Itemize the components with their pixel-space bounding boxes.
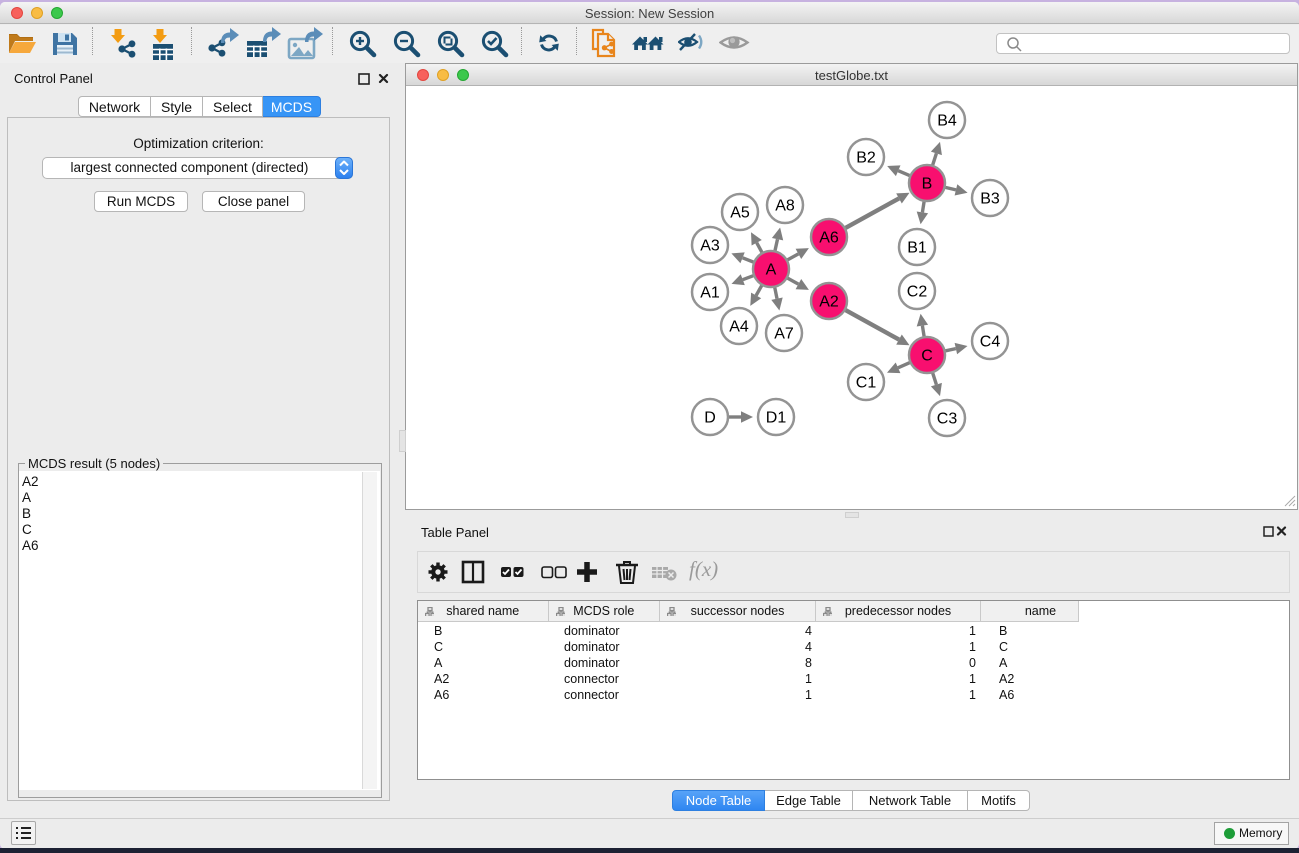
svg-text:A4: A4 xyxy=(729,319,749,336)
svg-text:A6: A6 xyxy=(819,230,839,247)
svg-text:B: B xyxy=(922,176,933,193)
svg-text:C: C xyxy=(921,348,933,365)
svg-text:A7: A7 xyxy=(774,326,794,343)
svg-text:B4: B4 xyxy=(937,113,957,130)
svg-text:C4: C4 xyxy=(980,334,1001,351)
svg-text:A1: A1 xyxy=(700,285,720,302)
svg-text:D: D xyxy=(704,410,716,427)
svg-text:A2: A2 xyxy=(819,294,839,311)
svg-text:A: A xyxy=(766,262,777,279)
svg-text:C1: C1 xyxy=(856,375,877,392)
svg-text:C2: C2 xyxy=(907,284,928,301)
svg-text:A8: A8 xyxy=(775,198,795,215)
svg-text:B1: B1 xyxy=(907,240,927,257)
svg-text:C3: C3 xyxy=(937,411,958,428)
svg-text:A3: A3 xyxy=(700,238,720,255)
svg-text:A5: A5 xyxy=(730,205,750,222)
svg-text:D1: D1 xyxy=(766,410,787,427)
svg-text:B3: B3 xyxy=(980,191,1000,208)
svg-text:B2: B2 xyxy=(856,150,876,167)
